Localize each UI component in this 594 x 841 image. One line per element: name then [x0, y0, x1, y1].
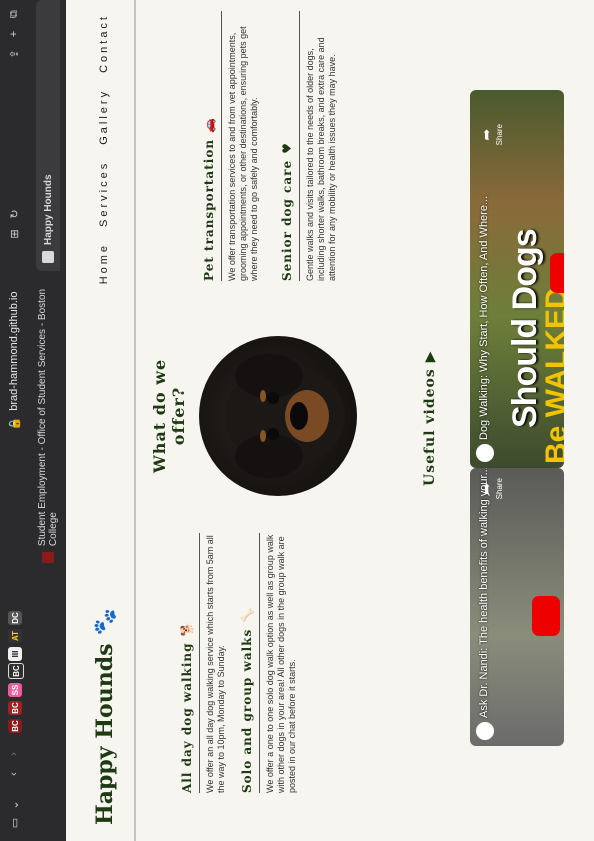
service-solo-group-walks: Solo and group walks 🦴 We offer a one to … — [240, 533, 298, 793]
web-page: Happy Hounds 🐾 Home Services Gallery Con… — [66, 0, 594, 841]
back-icon[interactable]: ‹ — [6, 767, 22, 781]
service-divider — [199, 533, 200, 793]
share-button[interactable]: ➦ Share — [478, 124, 504, 145]
service-text: We offer an all day dog walking service … — [205, 535, 226, 793]
videos-heading: Useful videos ▶ — [422, 350, 438, 486]
logo-text: Happy Hounds — [92, 643, 118, 825]
bc-favicon-icon — [42, 552, 54, 563]
translate-icon[interactable]: ⊞ — [6, 227, 22, 241]
share-label: Share — [495, 124, 504, 146]
header-divider — [134, 0, 136, 841]
service-title: Senior dog care — [280, 159, 294, 281]
videos-title: Useful videos — [422, 368, 438, 486]
share-arrow-icon: ➦ — [478, 482, 494, 495]
video-title[interactable]: Dog Walking: Why Start, How Often, And W… — [478, 196, 490, 440]
video-embed-1[interactable]: Ask Dr. Nandi: The health benefits of wa… — [470, 468, 564, 746]
bookmark-at-icon[interactable]: AT — [8, 629, 22, 643]
address-bar[interactable]: 🔒 brad-hammond.github.io — [4, 261, 24, 461]
dog-icon: 🐕 — [180, 620, 194, 637]
nav-services[interactable]: Services — [98, 161, 110, 227]
share-label: Share — [495, 478, 504, 500]
bookmark-ss-icon[interactable]: SS — [8, 683, 22, 697]
service-pet-transportation: Pet transportation 🚗 We offer transportat… — [202, 11, 260, 281]
video-embed-2[interactable]: Dog Walking: Why Start, How Often, And W… — [470, 90, 564, 468]
service-title: Solo and group walks — [240, 628, 254, 793]
new-tab-icon[interactable]: + — [6, 27, 22, 41]
tab-label: Happy Hounds — [42, 174, 54, 245]
share-icon[interactable]: ⇪ — [6, 47, 22, 61]
nav-home[interactable]: Home — [98, 243, 110, 284]
service-text: We offer transportation services to and … — [227, 26, 259, 281]
tabs-icon[interactable]: ⧉ — [6, 7, 22, 21]
browser-chrome: ▭ ⌄ ‹ › BC BC SS BC III AT DC 🔒 brad-ham… — [0, 0, 66, 841]
service-divider — [259, 533, 260, 793]
browser-window: ▭ ⌄ ‹ › BC BC SS BC III AT DC 🔒 brad-ham… — [0, 0, 594, 841]
tab-happy-hounds[interactable]: Happy Hounds — [36, 0, 60, 271]
service-title: Pet transportation — [202, 138, 216, 281]
nav-contact[interactable]: Contact — [98, 14, 110, 73]
bookmark-bc2-icon[interactable]: BC — [8, 701, 22, 715]
bookmark-iii-icon[interactable]: III — [8, 647, 22, 661]
car-icon: 🚗 — [202, 117, 216, 133]
paw-icon: 🐾 — [92, 608, 118, 636]
reload-icon[interactable]: ↻ — [6, 207, 22, 221]
main-nav: Home Services Gallery Contact — [98, 14, 110, 284]
share-arrow-icon: ➦ — [478, 128, 494, 141]
channel-avatar[interactable] — [476, 444, 494, 462]
url-text: brad-hammond.github.io — [8, 291, 20, 411]
service-divider — [299, 11, 300, 281]
bookmark-dc-icon[interactable]: DC — [8, 611, 22, 625]
thumbnail-headline-2: Be WALKED — [540, 287, 564, 464]
heart-icon: ♥ — [280, 142, 294, 154]
service-text: Gentle walks and visits tailored to the … — [305, 37, 337, 281]
play-button[interactable] — [550, 253, 564, 293]
nav-gallery[interactable]: Gallery — [98, 89, 110, 145]
chevron-down-icon[interactable]: ⌄ — [6, 799, 22, 811]
share-button[interactable]: ➦ Share — [478, 478, 504, 499]
play-button[interactable] — [532, 596, 560, 636]
service-senior-dog-care: Senior dog care ♥ Gentle walks and visits… — [280, 11, 338, 281]
play-square-icon: ▶ — [422, 350, 438, 363]
service-text: We offer a one to one solo dog walk opti… — [265, 534, 297, 793]
video-title[interactable]: Ask Dr. Nandi: The health benefits of wa… — [478, 468, 490, 718]
service-divider — [221, 11, 222, 281]
site-logo[interactable]: Happy Hounds 🐾 — [92, 608, 118, 825]
service-title: All day dog walking — [180, 642, 194, 793]
sidebar-icon[interactable]: ▭ — [6, 815, 22, 831]
forward-icon[interactable]: › — [6, 747, 22, 761]
bookmark-bc3-icon[interactable]: BC — [8, 663, 24, 679]
service-all-day-walking: All day dog walking 🐕 We offer an all day… — [180, 533, 227, 793]
bone-icon: 🦴 — [240, 606, 254, 623]
happy-hounds-favicon-icon — [42, 251, 54, 263]
lock-icon: 🔒 — [8, 416, 21, 431]
puppy-photo — [199, 336, 357, 496]
bookmark-bc-icon[interactable]: BC — [8, 719, 22, 733]
offer-heading: What do we offer? — [150, 358, 188, 474]
channel-avatar[interactable] — [476, 722, 494, 740]
tab-student-employment[interactable]: Student Employment - Office of Student S… — [36, 271, 60, 571]
tab-label: Student Employment - Office of Student S… — [37, 288, 59, 547]
